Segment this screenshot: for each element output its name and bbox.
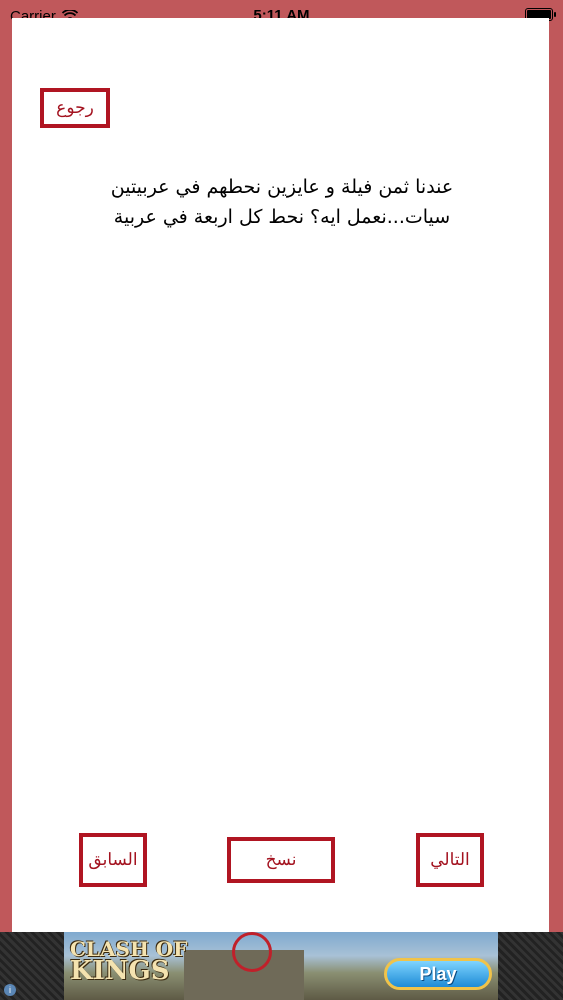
ad-info-icon[interactable]: i bbox=[4, 984, 16, 996]
riddle-line-1: عندنا ثمن فيلة و عايزين نحطهم في عربيتين bbox=[110, 176, 454, 198]
crosshair-icon bbox=[232, 932, 272, 972]
riddle-line-2: سيات...نعمل ايه؟ نحط كل اربعة في عربية bbox=[113, 206, 451, 228]
ad-logo: CLASH OF KINGS bbox=[70, 938, 210, 986]
ad-play-button[interactable]: Play bbox=[384, 958, 492, 990]
riddle-text: عندنا ثمن فيلة و عايزين نحطهم في عربيتين… bbox=[82, 172, 482, 232]
ad-image[interactable]: CLASH OF KINGS Play bbox=[64, 932, 498, 1000]
content-card: رجوع عندنا ثمن فيلة و عايزين نحطهم في عر… bbox=[12, 18, 549, 932]
previous-button[interactable]: السابق bbox=[79, 833, 147, 887]
copy-button[interactable]: نسخ bbox=[227, 837, 335, 883]
next-button[interactable]: التالي bbox=[416, 833, 484, 887]
ad-logo-line-2: KINGS bbox=[70, 956, 170, 986]
ad-banner[interactable]: CLASH OF KINGS Play bbox=[0, 932, 563, 1000]
back-button[interactable]: رجوع bbox=[40, 88, 110, 128]
